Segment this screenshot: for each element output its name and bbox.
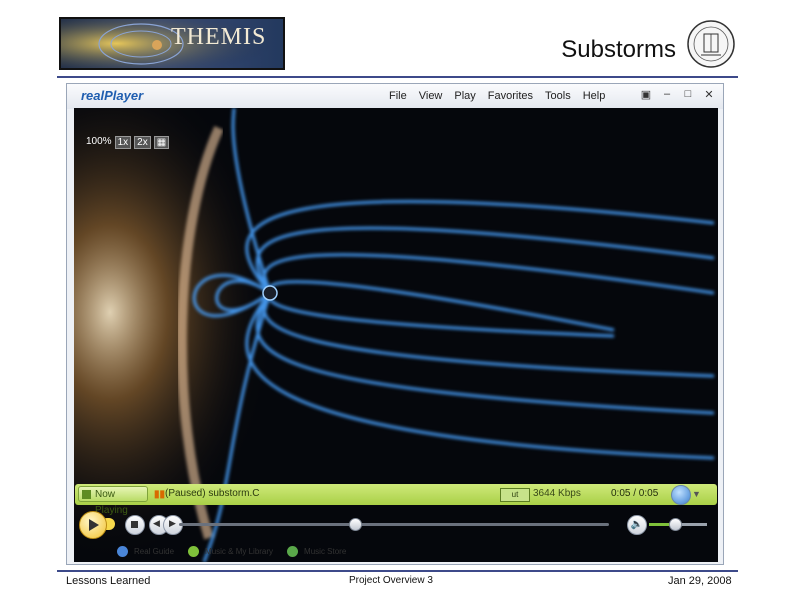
footer-center: Project Overview 3 — [349, 575, 433, 586]
university-seal-icon — [687, 20, 735, 68]
window-controls: ▣ – □ ✕ — [640, 88, 715, 101]
seek-slider-thumb[interactable] — [349, 518, 363, 531]
bitrate-badge: ut — [500, 488, 530, 502]
zoom-1x[interactable]: 1x — [114, 136, 132, 149]
fullscreen-icon[interactable]: ▦ — [153, 136, 170, 149]
speaker-icon[interactable]: 🔈 — [627, 515, 647, 535]
footer-rule — [57, 570, 738, 572]
link-music-store[interactable]: Music Store — [287, 542, 346, 560]
realplayer-logo: realPlayer — [81, 88, 143, 103]
menu-bar: File View Play Favorites Tools Help — [389, 90, 617, 102]
link-music-library[interactable]: Music & My Library — [188, 542, 273, 560]
now-playing-icon — [82, 490, 91, 499]
logo-text: THEMIS — [171, 24, 267, 50]
restore-icon[interactable]: ▣ — [640, 88, 652, 101]
maximize-icon[interactable]: □ — [682, 88, 694, 101]
footer-left: Lessons Learned — [66, 575, 151, 587]
status-bar: Now Playing ▮▮ (Paused) substorm.C ut 36… — [75, 484, 717, 516]
menu-view[interactable]: View — [419, 90, 443, 102]
player-titlebar[interactable]: realPlayer File View Play Favorites Tool… — [67, 84, 723, 109]
zoom-controls: 100% 1x 2x ▦ — [86, 136, 170, 149]
brand-real: real — [81, 88, 105, 103]
realplayer-window: realPlayer File View Play Favorites Tool… — [66, 83, 724, 565]
volume-slider-thumb[interactable] — [669, 518, 683, 531]
chevron-down-icon[interactable]: ▼ — [692, 489, 701, 499]
music-store-icon — [287, 545, 299, 557]
close-icon[interactable]: ✕ — [703, 88, 715, 101]
globe-icon[interactable] — [671, 485, 691, 505]
zoom-percent[interactable]: 100% — [86, 136, 112, 149]
real-guide-icon — [117, 545, 128, 557]
footer-date: Jan 29, 2008 — [668, 575, 732, 587]
music-store-label: Music Store — [304, 546, 347, 556]
menu-tools[interactable]: Tools — [545, 90, 571, 102]
minimize-icon[interactable]: – — [661, 88, 673, 101]
play-button[interactable] — [79, 511, 107, 539]
real-guide-label: Real Guide — [134, 546, 175, 556]
clip-status: (Paused) substorm.C — [165, 488, 260, 499]
menu-help[interactable]: Help — [583, 90, 606, 102]
time-display: 0:05 / 0:05 — [611, 488, 659, 499]
menu-file[interactable]: File — [389, 90, 407, 102]
menu-play[interactable]: Play — [454, 90, 475, 102]
music-library-label: Music & My Library — [205, 546, 274, 556]
link-real-guide[interactable]: Real Guide — [117, 542, 174, 560]
themis-logo: THEMIS — [59, 17, 285, 70]
header-rule — [57, 76, 738, 78]
pause-indicator-icon: ▮▮ — [154, 489, 166, 500]
seek-track[interactable] — [179, 523, 609, 526]
transport-controls: 🔈 — [75, 509, 717, 539]
menu-favorites[interactable]: Favorites — [488, 90, 533, 102]
brand-player: Player — [104, 88, 144, 103]
now-playing-tab[interactable]: Now Playing — [78, 486, 148, 516]
slide-title: Substorms — [561, 36, 676, 63]
bitrate: 3644 Kbps — [533, 488, 581, 499]
stop-button[interactable] — [125, 515, 145, 535]
zoom-2x[interactable]: 2x — [134, 136, 151, 149]
links-bar: Real Guide Music & My Library Music Stor… — [75, 542, 717, 560]
music-library-icon — [188, 545, 200, 557]
